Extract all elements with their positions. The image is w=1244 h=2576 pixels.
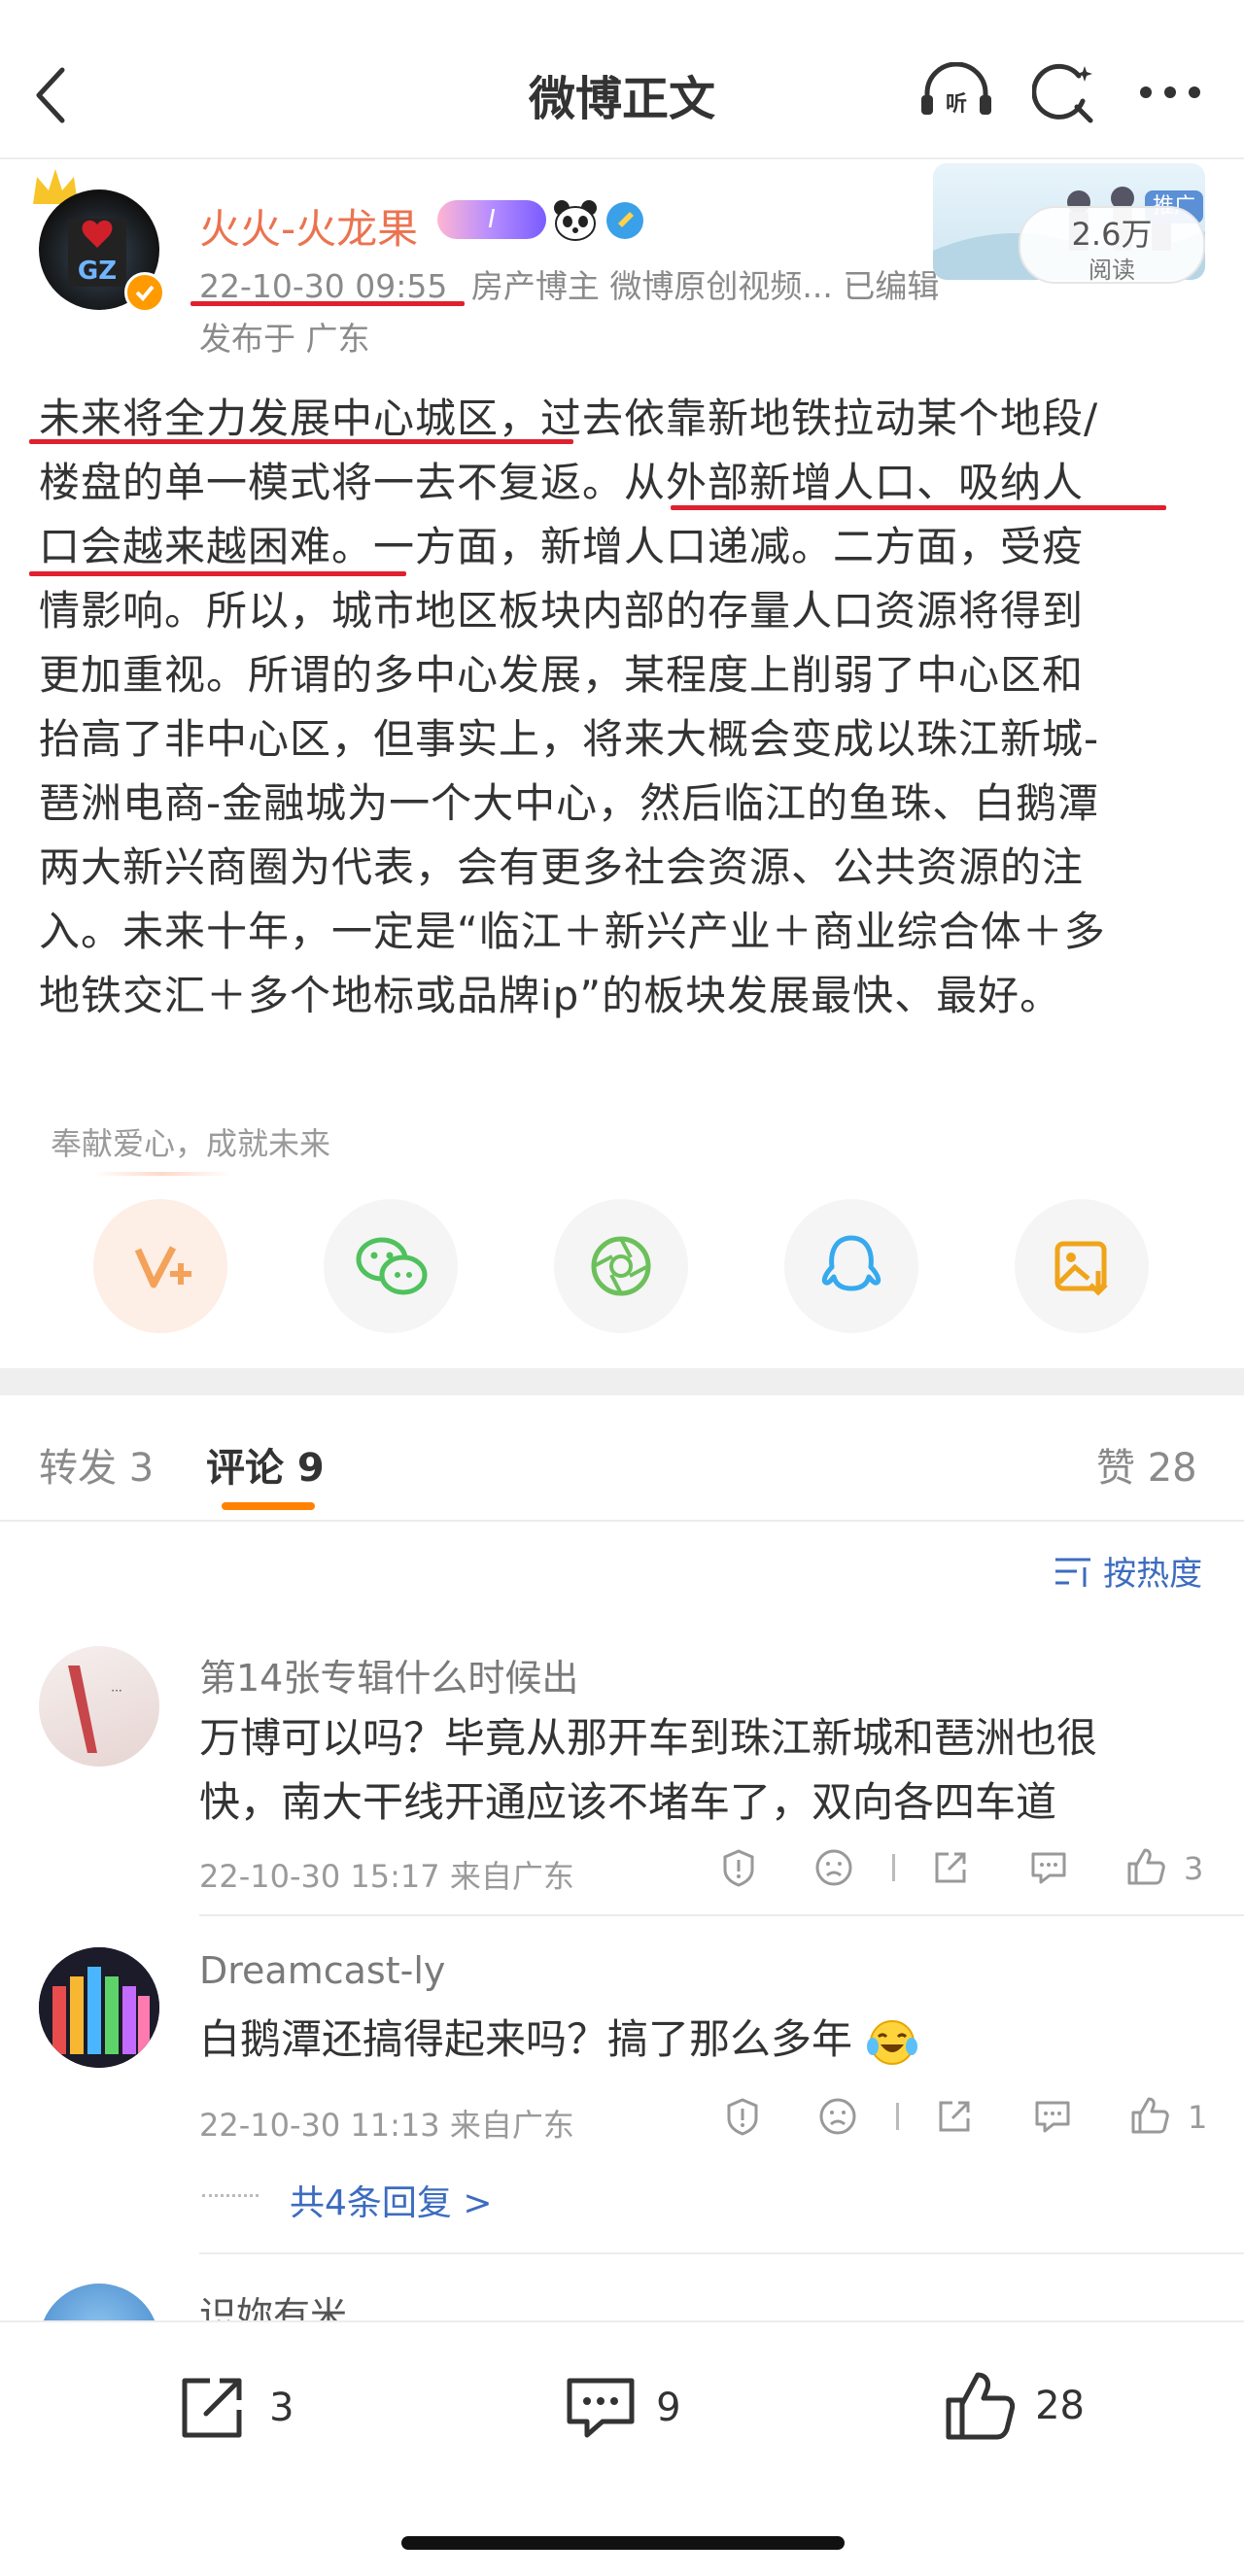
sort-button[interactable]: 按热度 bbox=[1054, 1547, 1202, 1595]
report-icon[interactable] bbox=[723, 2097, 762, 2136]
report-icon[interactable] bbox=[719, 1848, 758, 1887]
commenter-name[interactable]: 第14张专辑什么时候出 bbox=[199, 1648, 578, 1701]
tab-like[interactable]: 赞 28 bbox=[1096, 1436, 1197, 1493]
like-count: 1 bbox=[1188, 2099, 1208, 2136]
reply-icon[interactable] bbox=[1028, 1848, 1069, 1887]
repost-icon bbox=[177, 2373, 251, 2443]
moments-share-button[interactable] bbox=[554, 1199, 688, 1333]
thumbs-up-icon bbox=[943, 2369, 1017, 2443]
post-line: 口会越来越困难。一方面，新增人口递减。二方面，受疫 bbox=[39, 523, 1085, 570]
charity-arrow bbox=[93, 1172, 231, 1176]
share-comment-icon[interactable] bbox=[935, 2097, 974, 2136]
verified-badge-icon bbox=[124, 272, 165, 313]
comment-line: 快，南大干线开通应该不堵车了，双向各四车道 bbox=[199, 1778, 1057, 1826]
comment-text: 白鹅潭还搞得起来吗？搞了那么多年 bbox=[199, 2008, 919, 2072]
read-label: 阅读 bbox=[1088, 257, 1135, 284]
annotation-underline bbox=[29, 571, 406, 576]
comment-count: 9 bbox=[656, 2386, 681, 2430]
comment-time: 22-10-30 11:13 来自广东 bbox=[199, 2107, 574, 2144]
post-line: 抬高了非中心区，但事实上，将来大概会变成以珠江新城- bbox=[39, 715, 1100, 763]
comment-button[interactable]: 9 bbox=[564, 2373, 681, 2443]
dislike-face-icon[interactable] bbox=[818, 2097, 857, 2136]
svg-text:听: 听 bbox=[946, 92, 967, 117]
action-separator bbox=[892, 1854, 895, 1881]
sort-label: 按热度 bbox=[1103, 1555, 1203, 1594]
like-icon[interactable] bbox=[1129, 2095, 1170, 2136]
post-meta-rest: 房产博主 微博原创视频... 已编辑 bbox=[470, 267, 940, 305]
like-icon[interactable] bbox=[1125, 1846, 1166, 1887]
post-location: 发布于 广东 bbox=[199, 320, 370, 358]
comment-line: 白鹅潭还搞得起来吗？搞了那么多年 bbox=[199, 2015, 853, 2063]
like-count: 3 bbox=[1184, 1850, 1204, 1887]
comment-actions: 1 bbox=[719, 2095, 1208, 2138]
back-arrow-icon[interactable] bbox=[33, 66, 68, 124]
shield-badge-icon bbox=[605, 200, 645, 241]
listen-icon[interactable]: 听 bbox=[917, 62, 995, 120]
comment-time: 22-10-30 15:17 来自广东 bbox=[199, 1858, 574, 1895]
page-title: 微博正文 bbox=[528, 72, 715, 126]
sort-icon bbox=[1054, 1554, 1092, 1589]
search-icon[interactable] bbox=[1032, 62, 1096, 126]
view-replies-link[interactable]: 共4条回复 > bbox=[290, 2175, 493, 2225]
post-line: 琶洲电商-金融城为一个大中心，然后临江的鱼珠、白鹅潭 bbox=[39, 779, 1100, 827]
like-button[interactable]: 28 bbox=[943, 2369, 1085, 2443]
post-time: 22-10-30 09:55 bbox=[199, 267, 448, 305]
author-name[interactable]: 火火-火龙果 bbox=[199, 196, 418, 256]
post-body: 未来将全力发展中心城区，过去依靠新地铁拉动某个地段/ 楼盘的单一模式将一去不复返… bbox=[39, 387, 1205, 1028]
reply-icon[interactable] bbox=[1032, 2097, 1073, 2136]
home-indicator[interactable] bbox=[401, 2536, 845, 2550]
section-divider bbox=[0, 1368, 1244, 1395]
comment-icon bbox=[564, 2373, 638, 2443]
laugh-cry-emoji-icon bbox=[865, 2017, 919, 2068]
post-line: 地铁交汇＋多个地标或品牌ip”的板块发展最快、最好。 bbox=[39, 972, 1062, 1019]
comment-divider bbox=[199, 1914, 1244, 1916]
dislike-face-icon[interactable] bbox=[814, 1848, 853, 1887]
time-underline bbox=[190, 301, 465, 306]
annotation-underline bbox=[29, 439, 573, 444]
repost-button[interactable]: 3 bbox=[177, 2373, 294, 2443]
member-badge[interactable]: I bbox=[437, 200, 546, 239]
post-line: 更加重视。所谓的多中心发展，某程度上削弱了中心区和 bbox=[39, 651, 1085, 699]
post-line: 两大新兴商圈为代表，会有更多社会资源、公共资源的注 bbox=[39, 843, 1085, 891]
comment-text: 万博可以吗？毕竟从那开车到珠江新城和琶洲也很 快，南大干线开通应该不堵车了，双向… bbox=[199, 1706, 1097, 1835]
wechat-share-button[interactable] bbox=[324, 1199, 458, 1333]
save-image-button[interactable] bbox=[1015, 1199, 1149, 1333]
commenter-avatar[interactable]: ··· bbox=[39, 1646, 159, 1767]
post-line: 情影响。所以，城市地区板块内部的存量人口资源将得到 bbox=[39, 587, 1085, 635]
read-count-pill: 2.6万 阅读 bbox=[1019, 206, 1205, 284]
panda-icon bbox=[552, 198, 599, 241]
comment-actions: 3 bbox=[719, 1846, 1205, 1889]
tab-repost[interactable]: 转发 3 bbox=[39, 1436, 154, 1493]
comment-line: 万博可以吗？毕竟从那开车到珠江新城和琶洲也很 bbox=[199, 1714, 1098, 1762]
tab-indicator bbox=[222, 1502, 315, 1510]
repost-count: 3 bbox=[269, 2386, 294, 2430]
commenter-name[interactable]: Dreamcast-ly bbox=[199, 1949, 445, 1992]
action-separator bbox=[896, 2103, 899, 2130]
vplus-share-button[interactable] bbox=[93, 1199, 227, 1333]
commenter-avatar[interactable] bbox=[39, 1947, 159, 2068]
like-count-total: 28 bbox=[1035, 2384, 1085, 2428]
tab-comment[interactable]: 评论 9 bbox=[206, 1436, 325, 1493]
more-options-icon[interactable] bbox=[1139, 86, 1201, 99]
post-meta: 22-10-30 09:55 房产博主 微博原创视频... 已编辑 bbox=[199, 260, 939, 307]
svg-text:···: ··· bbox=[111, 1684, 121, 1698]
svg-text:GZ: GZ bbox=[78, 257, 117, 286]
top-nav-bar: 微博正文 听 bbox=[0, 0, 1244, 159]
read-count: 2.6万 bbox=[1071, 216, 1153, 253]
post-line: 入。未来十年，一定是“临江＋新兴产业＋商业综合体＋多 bbox=[39, 908, 1106, 955]
qq-share-button[interactable] bbox=[784, 1199, 918, 1333]
share-comment-icon[interactable] bbox=[931, 1848, 970, 1887]
comment-divider bbox=[199, 2252, 1244, 2254]
charity-text[interactable]: 奉献爱心，成就未来 bbox=[51, 1119, 330, 1164]
replies-dots bbox=[202, 2194, 259, 2197]
annotation-underline bbox=[671, 505, 1166, 510]
tabs-divider bbox=[0, 1520, 1244, 1522]
member-badge-label: I bbox=[488, 205, 496, 234]
